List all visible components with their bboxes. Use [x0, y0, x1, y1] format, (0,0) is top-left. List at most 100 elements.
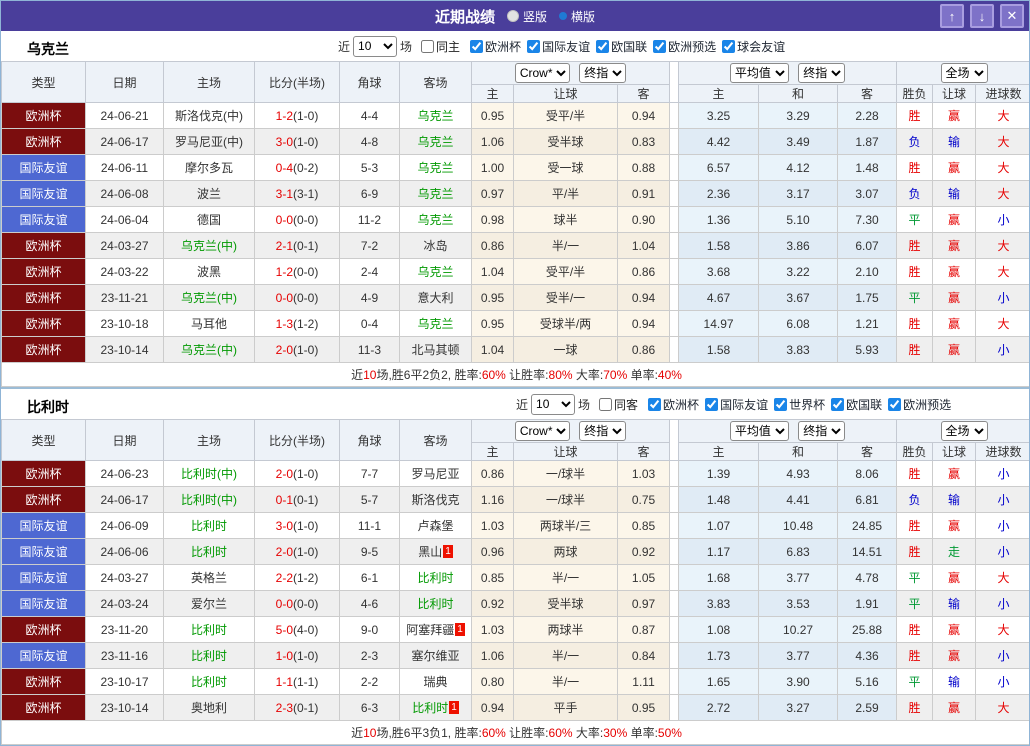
match-date: 23-11-16 [86, 643, 164, 669]
result-goals: 大 [976, 129, 1030, 155]
layout-radio-horizontal[interactable]: 横版 [559, 8, 595, 25]
col-corner: 角球 [340, 420, 400, 461]
away-team: 阿塞拜疆1 [400, 617, 472, 643]
team-name: 比利时 [27, 397, 69, 417]
column-spacer [670, 181, 679, 207]
match-type-cell: 欧洲杯 [2, 259, 86, 285]
column-spacer [670, 539, 679, 565]
euro-draw-odds: 3.17 [759, 181, 838, 207]
col-away: 客场 [400, 62, 472, 103]
euro-odds-source-select[interactable]: 平均值 [730, 421, 789, 441]
euro-odds-time-select[interactable]: 终指 [798, 421, 845, 441]
match-row: 欧洲杯 24-06-17 罗马尼亚(中) 3-0(1-0) 4-8 乌克兰 1.… [2, 129, 1030, 155]
euro-odds-source-select[interactable]: 平均值 [730, 63, 789, 83]
same-venue-checkbox-input[interactable] [599, 398, 612, 411]
same-venue-checkbox[interactable]: 同客 [599, 396, 638, 413]
competition-checkbox-input[interactable] [653, 40, 666, 53]
result-goals: 小 [976, 461, 1030, 487]
home-team: 马耳他 [164, 311, 255, 337]
scope-select[interactable]: 全场 [941, 63, 988, 83]
competition-checkbox-input[interactable] [774, 398, 787, 411]
asian-home-odds: 1.06 [472, 643, 514, 669]
competition-checkbox-input[interactable] [648, 398, 661, 411]
result-goals: 大 [976, 103, 1030, 129]
match-score: 2-0(1-0) [255, 337, 340, 363]
asian-home-odds: 0.92 [472, 591, 514, 617]
match-date: 23-10-18 [86, 311, 164, 337]
asian-handicap: 半/一 [514, 233, 618, 259]
match-row: 欧洲杯 24-03-27 乌克兰(中) 2-1(0-1) 7-2 冰岛 0.86… [2, 233, 1030, 259]
competition-checkbox-input[interactable] [722, 40, 735, 53]
result-wdl: 平 [897, 565, 933, 591]
col-date: 日期 [86, 420, 164, 461]
asian-away-odds: 0.86 [618, 259, 670, 285]
section-filter-row: 乌克兰 近 10 场 同主 欧洲杯 国际友谊 欧国联 欧洲预选 [1, 31, 1029, 61]
competition-checkbox-1[interactable]: 国际友谊 [705, 396, 768, 413]
asian-odds-source-select[interactable]: Crow* [515, 63, 570, 83]
radio-unselected-icon[interactable] [507, 10, 519, 22]
asian-home-odds: 1.16 [472, 487, 514, 513]
competition-checkbox-4[interactable]: 球会友谊 [722, 38, 785, 55]
scope-select[interactable]: 全场 [941, 421, 988, 441]
competition-checkbox-2[interactable]: 欧国联 [596, 38, 647, 55]
radio-selected-icon[interactable] [559, 12, 567, 20]
focus-team-name: 比利时 [417, 571, 453, 585]
competition-checkbox-3[interactable]: 欧洲预选 [653, 38, 716, 55]
competition-checkbox-1[interactable]: 国际友谊 [527, 38, 590, 55]
corner-count: 5-7 [340, 487, 400, 513]
euro-draw-odds: 3.77 [759, 643, 838, 669]
competition-checkbox-0[interactable]: 欧洲杯 [470, 38, 521, 55]
live-badge: 1 [443, 545, 453, 558]
move-up-button[interactable]: ↑ [940, 4, 964, 28]
match-score: 3-1(3-1) [255, 181, 340, 207]
euro-draw-odds: 4.41 [759, 487, 838, 513]
close-icon: ✕ [1007, 8, 1018, 24]
asian-odds-time-select[interactable]: 终指 [579, 421, 626, 441]
euro-home-odds: 1.48 [679, 487, 759, 513]
competition-checkbox-0[interactable]: 欧洲杯 [648, 396, 699, 413]
competition-checkbox-4[interactable]: 欧洲预选 [888, 396, 951, 413]
column-spacer [670, 259, 679, 285]
euro-home-odds: 14.97 [679, 311, 759, 337]
home-team: 英格兰 [164, 565, 255, 591]
match-date: 24-03-24 [86, 591, 164, 617]
column-spacer [670, 487, 679, 513]
corner-count: 7-2 [340, 233, 400, 259]
corner-count: 6-3 [340, 695, 400, 721]
euro-odds-time-select[interactable]: 终指 [798, 63, 845, 83]
asian-odds-time-select[interactable]: 终指 [579, 63, 626, 83]
match-score: 1-3(1-2) [255, 311, 340, 337]
competition-checkbox-input[interactable] [527, 40, 540, 53]
away-team: 塞尔维亚 [400, 643, 472, 669]
column-spacer [670, 695, 679, 721]
result-goals: 大 [976, 181, 1030, 207]
result-goals: 大 [976, 155, 1030, 181]
home-team: 波兰 [164, 181, 255, 207]
euro-home-odds: 4.67 [679, 285, 759, 311]
recent-count-select[interactable]: 10 [353, 36, 397, 57]
result-goals: 小 [976, 513, 1030, 539]
asian-odds-source-select[interactable]: Crow* [515, 421, 570, 441]
same-venue-checkbox-input[interactable] [421, 40, 434, 53]
competition-checkbox-3[interactable]: 欧国联 [831, 396, 882, 413]
corner-count: 2-2 [340, 669, 400, 695]
competition-checkbox-input[interactable] [888, 398, 901, 411]
competition-checkbox-input[interactable] [470, 40, 483, 53]
corner-count: 6-1 [340, 565, 400, 591]
layout-radio-vertical[interactable]: 竖版 [507, 8, 547, 25]
summary-text: 近10场,胜6平2负2, 胜率:60% 让胜率:80% 大率:70% 单率:40… [2, 363, 1030, 387]
competition-checkbox-2[interactable]: 世界杯 [774, 396, 825, 413]
close-button[interactable]: ✕ [1000, 4, 1024, 28]
match-date: 23-11-20 [86, 617, 164, 643]
col-asian-handicap: 让球 [514, 85, 618, 103]
same-venue-checkbox[interactable]: 同主 [421, 38, 460, 55]
result-goals: 大 [976, 233, 1030, 259]
competition-checkbox-input[interactable] [596, 40, 609, 53]
asian-away-odds: 0.87 [618, 617, 670, 643]
recent-count-select[interactable]: 10 [531, 394, 575, 415]
move-down-button[interactable]: ↓ [970, 4, 994, 28]
competition-checkbox-input[interactable] [831, 398, 844, 411]
competition-checkbox-input[interactable] [705, 398, 718, 411]
euro-draw-odds: 3.77 [759, 565, 838, 591]
column-spacer [670, 285, 679, 311]
